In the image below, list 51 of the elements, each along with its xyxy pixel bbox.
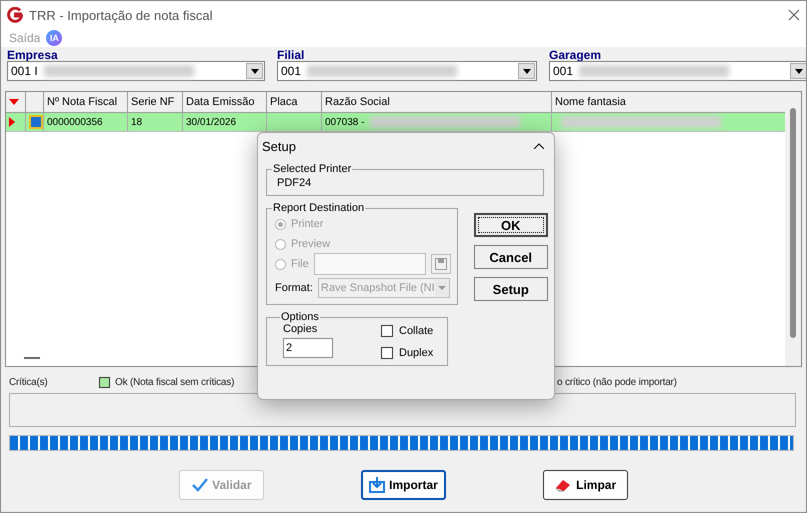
group-label: Report Destination: [272, 202, 366, 214]
dropdown-field[interactable]: 001: [277, 61, 537, 81]
printer-name: PDF24: [276, 177, 312, 189]
checkbox[interactable]: [381, 325, 393, 337]
header-cell[interactable]: [6, 92, 26, 112]
checkmark-icon: [192, 478, 208, 492]
format-label: Format:: [275, 282, 313, 294]
checkbox[interactable]: [381, 347, 393, 359]
clear-button[interactable]: Limpar: [542, 470, 628, 500]
row-checkbox[interactable]: [29, 115, 43, 129]
column-header[interactable]: Serie NF: [128, 92, 183, 112]
cancel-button[interactable]: Cancel: [474, 245, 548, 269]
table-cell: 0000000356: [44, 113, 128, 131]
legend-label: Crítica(s): [9, 376, 49, 388]
table-row[interactable]: 0000000356 18 30/01/2026 007038 -: [6, 113, 787, 132]
group-label: Selected Printer: [272, 163, 352, 175]
eraser-icon: [554, 478, 572, 492]
file-path-field[interactable]: [314, 253, 426, 275]
field-label: Empresa: [7, 49, 59, 61]
setup-button[interactable]: Setup: [474, 277, 548, 301]
legend-text: o crítico (não pode importar): [557, 376, 677, 388]
group-label: Options: [280, 311, 320, 323]
column-header[interactable]: Razão Social: [322, 92, 552, 112]
current-row-icon: [9, 117, 15, 127]
table-cell: 30/01/2026: [183, 113, 267, 131]
column-header[interactable]: Data Emissão: [183, 92, 267, 112]
copies-field[interactable]: 2: [283, 338, 333, 358]
copies-label: Copies: [283, 323, 318, 335]
checkbox-label[interactable]: Collate: [399, 325, 434, 337]
column-header[interactable]: Placa: [267, 92, 322, 112]
import-button[interactable]: Importar: [360, 470, 446, 500]
ok-button[interactable]: OK: [474, 213, 548, 237]
dialog-title: Setup: [262, 138, 296, 154]
window-title: TRR - Importação de nota fiscal: [29, 8, 214, 22]
legend-text: Ok (Nota fiscal sem críticas): [115, 376, 234, 388]
dropdown-field[interactable]: 001 I: [7, 61, 265, 81]
dropdown-field[interactable]: 001: [549, 61, 806, 81]
app-logo-icon: [7, 7, 23, 23]
field-label: Filial: [277, 49, 306, 61]
close-icon[interactable]: [788, 9, 800, 21]
table-cell: 18: [128, 113, 183, 131]
scroll-thumb[interactable]: [24, 357, 40, 359]
checkbox-cell[interactable]: [26, 113, 44, 131]
field-label: Garagem: [549, 49, 602, 61]
sort-triangle-icon[interactable]: [9, 99, 19, 105]
table-cell: 007038 -: [322, 113, 552, 131]
checkbox-label[interactable]: Duplex: [399, 347, 434, 359]
caret-up-icon[interactable]: [534, 143, 544, 149]
column-header[interactable]: Nº Nota Fiscal: [44, 92, 128, 112]
vertical-scrollbar[interactable]: [785, 92, 801, 366]
download-icon: [369, 477, 386, 493]
